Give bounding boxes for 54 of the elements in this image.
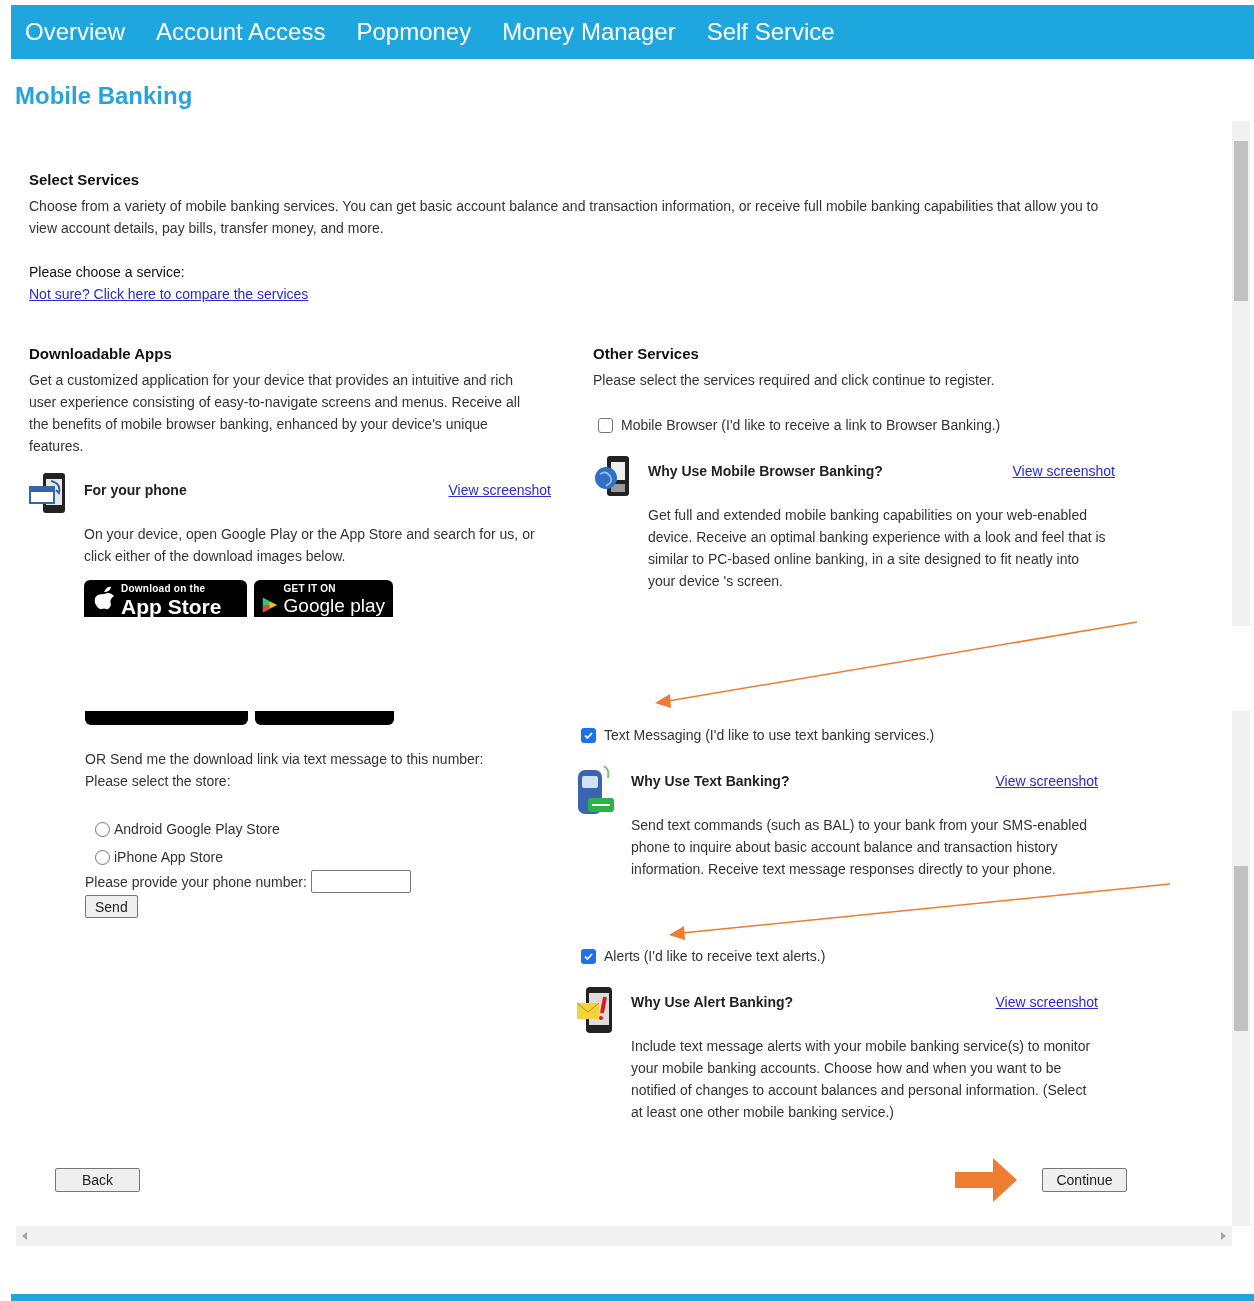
service-title: Why Use Mobile Browser Banking?	[648, 462, 883, 481]
instructions-text: On your device, open Google Play or the App Store and search for us, or click either of the download images below.	[84, 525, 536, 566]
scroll-right-icon[interactable]	[1220, 1232, 1226, 1240]
checkbox-label: Text Messaging (I'd like to use text banking services.)	[604, 726, 935, 745]
service-description: Send text commands (such as BAL) to your bank from your SMS-enabled phone to inquire about basic account balance and transaction history information. Receive text message responses directly to your phone.	[631, 816, 1088, 879]
checkbox-label: Mobile Browser (I'd like to receive a link to Browser Banking.)	[621, 416, 1001, 435]
badge-caption: GET IT ON	[283, 584, 337, 594]
checkbox[interactable]	[581, 948, 596, 964]
intro-text: Choose from a variety of mobile banking services. You can get basic account balance and transaction information, or receive full mobile banking capabilities that allow you to view account details, pay bills, transfer money, and more.	[29, 197, 1100, 238]
badge-title: Google play	[283, 596, 385, 615]
service-title: Why Use Alert Banking?	[631, 993, 794, 1012]
view-screenshot-link[interactable]: View screenshot	[448, 479, 551, 501]
scroll-left-icon[interactable]	[22, 1232, 28, 1240]
annotation-arrow	[955, 1158, 1017, 1202]
scrollbar-thumb[interactable]	[1234, 141, 1248, 301]
store-badge[interactable]: Download on the App Store	[84, 580, 247, 617]
view-screenshot-link[interactable]: View screenshot	[995, 770, 1098, 792]
continue-button[interactable]: Continue	[1042, 1168, 1127, 1192]
badge-caption: Download on the	[121, 584, 207, 594]
store-badge[interactable]: GET IT ON Google play	[254, 580, 393, 617]
apple-icon	[92, 584, 116, 612]
vertical-scrollbar[interactable]	[1232, 121, 1250, 626]
compare-services-link[interactable]: Not sure? Click here to compare the services	[29, 286, 309, 302]
phone-number-field[interactable]	[310, 870, 411, 893]
vertical-scrollbar[interactable]	[1232, 711, 1250, 1226]
view-screenshot-link[interactable]: View screenshot	[995, 991, 1098, 1013]
phone-number-label: Please provide your phone number:	[85, 872, 307, 892]
checkbox[interactable]	[598, 417, 613, 433]
radio-label: iPhone App Store	[114, 848, 223, 867]
badge-title: App Store	[121, 596, 222, 617]
apps-description: Get a customized application for your device that provides an intuitive and rich user experience consisting of easy-to-navigate screens and menus. Receive all the benefits of mobile browser banking, enhanced by your device's unique features.	[29, 371, 522, 456]
scrollbar-thumb[interactable]	[1234, 866, 1248, 1031]
prompt-text: Please choose a service:	[29, 263, 186, 282]
checkbox[interactable]	[581, 727, 596, 743]
radio-label: Android Google Play Store	[114, 820, 280, 839]
services-description: Please select the services required and click continue to register.	[593, 371, 996, 390]
radio-button[interactable]	[95, 821, 110, 837]
horizontal-scrollbar[interactable]	[16, 1226, 1232, 1246]
checkbox-label: Alerts (I'd like to receive text alerts.)	[604, 947, 826, 966]
radio-button[interactable]	[95, 849, 110, 865]
service-description: Get full and extended mobile banking capabilities on your web-enabled device. Receive an optimal banking experience with a look and feel that is similar to PC-based online banking, in a site designed to fit neatly into your device 's screen.	[648, 506, 1107, 591]
store-prompt: Please select the store:	[85, 772, 232, 791]
service-description: Include text message alerts with your mobile banking service(s) to monitor your mobile banking accounts. Choose how and when you want to be notified of changes to account balances and personal information. (Select at least one other mobile banking service.)	[631, 1037, 1092, 1122]
section-heading: Downloadable Apps	[29, 344, 173, 364]
section-heading: Other Services	[593, 344, 700, 364]
send-button[interactable]: Send	[85, 895, 138, 918]
section-heading: Select Services	[29, 170, 141, 190]
play-icon	[262, 595, 279, 615]
page-title: Mobile Banking	[15, 81, 194, 111]
view-screenshot-link[interactable]: View screenshot	[1012, 460, 1115, 482]
back-button[interactable]: Back	[55, 1168, 140, 1192]
sms-prompt: OR Send me the download link via text message to this number:	[85, 750, 485, 769]
service-title: Why Use Text Banking?	[631, 772, 790, 791]
phone-title: For your phone	[84, 481, 187, 500]
